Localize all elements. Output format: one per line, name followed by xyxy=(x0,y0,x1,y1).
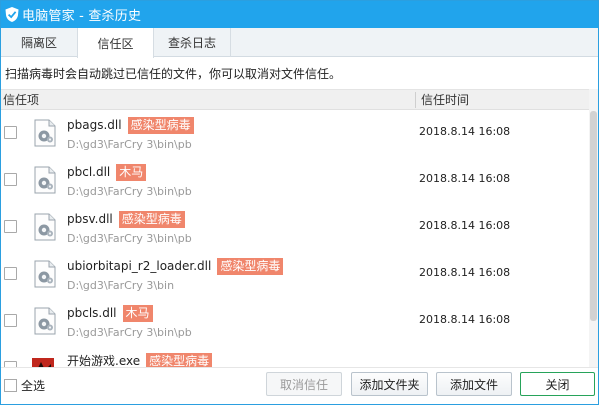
file-name: pbcls.dll xyxy=(67,306,117,320)
row-checkbox[interactable] xyxy=(4,220,17,233)
tab-label: 查杀日志 xyxy=(167,36,216,50)
add-file-button[interactable]: 添加文件 xyxy=(436,372,512,396)
row-checkbox[interactable] xyxy=(4,173,17,186)
window-title: 电脑管家 - 查杀历史 xyxy=(22,9,142,24)
file-name-line: pbcl.dll 木马 xyxy=(67,164,147,181)
file-name: 开始游戏.exe xyxy=(67,354,141,367)
trusted-list: pbags.dll 感染型病毒 D:\gd3\FarCry 3\bin\pb 20… xyxy=(1,110,589,367)
table-row: pbags.dll 感染型病毒 D:\gd3\FarCry 3\bin\pb 20… xyxy=(1,110,589,158)
trust-time: 2018.8.14 16:08 xyxy=(419,219,511,232)
table-row: pbsv.dll 感染型病毒 D:\gd3\FarCry 3\bin\pb 201… xyxy=(1,204,589,252)
row-checkbox[interactable] xyxy=(4,267,17,280)
trust-hint-text: 扫描病毒时会自动跳过已信任的文件，你可以取消对文件信任。 xyxy=(5,67,342,81)
threat-badge: 感染型病毒 xyxy=(146,353,213,367)
tab-trusted[interactable]: 信任区 xyxy=(77,28,154,58)
file-name-line: 开始游戏.exe 感染型病毒 xyxy=(67,352,213,367)
tencent-shield-icon xyxy=(3,6,21,24)
file-name: pbags.dll xyxy=(67,118,122,132)
history-window: 电脑管家 - 查杀历史 隔离区 信任区 查杀日志 扫描病毒时会自动跳过已信任的文… xyxy=(0,0,599,405)
checkbox-box[interactable] xyxy=(4,379,17,392)
threat-badge: 木马 xyxy=(122,305,153,322)
scrollbar-thumb[interactable] xyxy=(590,111,597,321)
file-name-line: pbsv.dll 感染型病毒 xyxy=(67,211,185,228)
add-folder-button[interactable]: 添加文件夹 xyxy=(351,372,428,396)
threat-badge: 感染型病毒 xyxy=(127,117,194,134)
close-button[interactable]: 关闭 xyxy=(520,372,595,396)
file-name: pbsv.dll xyxy=(67,212,113,226)
threat-badge: 木马 xyxy=(116,164,147,181)
file-path: D:\gd3\FarCry 3\bin\pb xyxy=(67,138,192,151)
column-header-item: 信任项 xyxy=(3,93,40,107)
file-path: D:\gd3\FarCry 3\bin\pb xyxy=(67,232,192,245)
column-divider xyxy=(415,92,416,108)
table-row: pbcls.dll 木马 D:\gd3\FarCry 3\bin\pb 2018.… xyxy=(1,298,589,346)
file-path: D:\gd3\FarCry 3\bin\pb xyxy=(67,326,192,339)
file-name-line: pbags.dll 感染型病毒 xyxy=(67,117,194,134)
trust-time: 2018.8.14 16:08 xyxy=(419,313,511,326)
dll-file-icon xyxy=(32,213,58,241)
dll-file-icon xyxy=(32,166,58,194)
tab-label: 隔离区 xyxy=(20,36,57,50)
threat-badge: 感染型病毒 xyxy=(118,211,185,228)
game-exe-icon xyxy=(32,354,58,367)
table-row: pbcl.dll 木马 D:\gd3\FarCry 3\bin\pb 2018.8… xyxy=(1,157,589,205)
table-row: 开始游戏.exe 感染型病毒 xyxy=(1,345,589,367)
untrust-button[interactable]: 取消信任 xyxy=(266,372,342,396)
file-name: pbcl.dll xyxy=(67,165,111,179)
select-all-checkbox[interactable]: 全选 xyxy=(4,377,45,394)
dll-file-icon xyxy=(32,119,58,147)
tab-quarantine[interactable]: 隔离区 xyxy=(1,28,78,57)
file-name-line: pbcls.dll 木马 xyxy=(67,305,153,322)
file-path: D:\gd3\FarCry 3\bin xyxy=(67,279,175,292)
row-checkbox[interactable] xyxy=(4,126,17,139)
select-all-label: 全选 xyxy=(21,379,46,393)
trust-time: 2018.8.14 16:08 xyxy=(419,125,511,138)
file-name: ubiorbitapi_r2_loader.dll xyxy=(67,259,212,273)
footer-bar: 全选 取消信任 添加文件夹 添加文件 关闭 xyxy=(1,367,598,404)
dll-file-icon xyxy=(32,260,58,288)
tab-label: 信任区 xyxy=(97,36,134,51)
tab-scan-log[interactable]: 查杀日志 xyxy=(154,28,231,57)
table-header: 信任项 信任时间 xyxy=(1,89,589,110)
row-checkbox[interactable] xyxy=(4,314,17,327)
column-header-time: 信任时间 xyxy=(421,93,470,107)
file-name-line: ubiorbitapi_r2_loader.dll 感染型病毒 xyxy=(67,258,284,275)
table-row: ubiorbitapi_r2_loader.dll 感染型病毒 D:\gd3\Fa… xyxy=(1,251,589,299)
dll-file-icon xyxy=(32,307,58,335)
threat-badge: 感染型病毒 xyxy=(217,258,284,275)
title-bar: 电脑管家 - 查杀历史 xyxy=(1,1,598,28)
vertical-scrollbar[interactable] xyxy=(589,89,598,367)
file-path: D:\gd3\FarCry 3\bin\pb xyxy=(67,185,192,198)
trust-time: 2018.8.14 16:08 xyxy=(419,266,511,279)
trust-time: 2018.8.14 16:08 xyxy=(419,172,511,185)
tab-bar: 隔离区 信任区 查杀日志 xyxy=(1,28,598,58)
